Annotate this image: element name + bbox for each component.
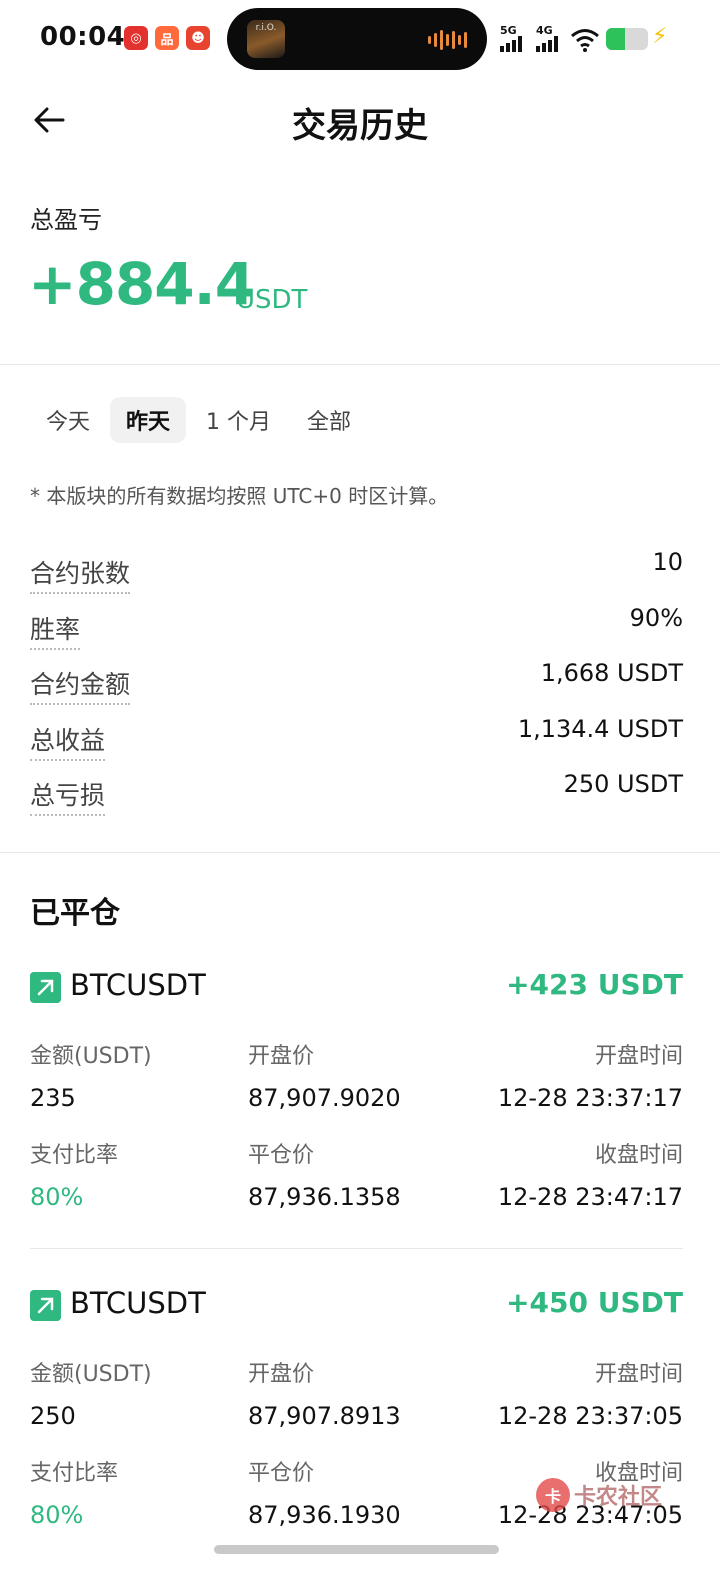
netease-music-icon: ◎ [124, 26, 148, 50]
page-title: 交易历史 [292, 106, 428, 146]
watermark-logo-icon: 卡 [536, 1478, 570, 1512]
home-indicator[interactable] [214, 1545, 499, 1554]
profit-arrow-icon [30, 1290, 61, 1321]
amount-label: 金额(USDT) [30, 1044, 152, 1069]
nav-header: 交易历史 [0, 80, 720, 160]
stat-row: 总亏损 250 USDT [30, 770, 683, 826]
close-price-label: 平仓价 [248, 1143, 315, 1168]
open-price-cell: 开盘价 87,907.9020 [248, 1038, 401, 1112]
open-time-value: 12-28 23:37:17 [497, 1084, 683, 1112]
position-header: BTCUSDT +450 USDT [30, 1286, 683, 1336]
battery-level [606, 28, 625, 50]
payout-label: 支付比率 [30, 1143, 119, 1168]
open-price-label: 开盘价 [248, 1362, 315, 1387]
signal-5g-icon [500, 36, 522, 52]
close-price-cell: 平仓价 87,936.1930 [248, 1455, 401, 1529]
open-price-value: 87,907.9020 [248, 1084, 401, 1112]
period-tabs: 今天 昨天 1 个月 全部 [30, 397, 367, 443]
tab-all[interactable]: 全部 [291, 397, 367, 443]
stats-list: 合约张数 10 胜率 90% 合约金额 1,668 USDT 总收益 1,134… [30, 548, 683, 826]
payout-value: 80% [30, 1501, 84, 1529]
tab-yesterday[interactable]: 昨天 [110, 397, 187, 443]
open-time-value: 12-28 23:37:05 [497, 1402, 683, 1430]
position-symbol: BTCUSDT [70, 968, 206, 1002]
open-time-label: 开盘时间 [594, 1044, 683, 1069]
timezone-note: * 本版块的所有数据均按照 UTC+0 时区计算。 [30, 484, 449, 508]
charging-icon: ⚡ [652, 24, 668, 49]
stat-value-total-profit: 1,134.4 USDT [517, 714, 683, 743]
watermark-text: 卡农社区 [574, 1485, 663, 1510]
stat-value-win-rate: 90% [629, 603, 683, 632]
wifi-icon [571, 29, 599, 52]
open-price-label: 开盘价 [248, 1044, 315, 1069]
close-price-value: 87,936.1930 [248, 1501, 401, 1529]
amount-cell: 金额(USDT) 250 [30, 1356, 152, 1430]
mascot-app-icon: ☻ [186, 26, 210, 50]
stat-row: 合约金额 1,668 USDT [30, 659, 683, 715]
stat-value-total-loss: 250 USDT [563, 770, 683, 798]
dynamic-island[interactable]: r.i.O. [227, 8, 487, 70]
close-time-label: 收盘时间 [594, 1143, 683, 1168]
battery-icon [606, 28, 648, 50]
close-price-label: 平仓价 [248, 1461, 315, 1486]
total-pnl-value: +884.4 [28, 250, 255, 318]
payout-cell: 支付比率 80% [30, 1455, 118, 1529]
status-time: 00:04 [40, 22, 126, 52]
position-card[interactable]: BTCUSDT +423 USDT 金额(USDT) 235 开盘价 87,90… [30, 968, 683, 1211]
close-price-value: 87,936.1358 [248, 1183, 401, 1211]
close-price-cell: 平仓价 87,936.1358 [248, 1137, 401, 1211]
open-time-cell: 开盘时间 12-28 23:37:17 [498, 1038, 683, 1112]
stat-label-total-profit[interactable]: 总收益 [30, 721, 106, 761]
payout-label: 支付比率 [30, 1461, 119, 1486]
stat-label-win-rate[interactable]: 胜率 [30, 610, 81, 650]
amount-value: 235 [30, 1084, 76, 1112]
profit-arrow-icon [30, 972, 61, 1003]
stat-label-contracts[interactable]: 合约张数 [30, 554, 131, 594]
status-bar: 00:04 ◎ 品 ☻ r.i.O. 5G 4G ⚡ [0, 0, 720, 80]
stat-row: 总收益 1,134.4 USDT [30, 715, 683, 771]
tab-one-month[interactable]: 1 个月 [190, 397, 287, 443]
section-divider [0, 852, 720, 853]
total-pnl-unit: USDT [236, 285, 308, 315]
position-pnl: +450 USDT [506, 1286, 683, 1319]
position-pnl: +423 USDT [506, 968, 683, 1001]
payout-value: 80% [30, 1183, 84, 1211]
payout-cell: 支付比率 80% [30, 1137, 118, 1211]
close-time-value: 12-28 23:47:17 [497, 1183, 683, 1211]
position-header: BTCUSDT +423 USDT [30, 968, 683, 1018]
watermark: 卡 卡农社区 [536, 1478, 662, 1512]
open-price-cell: 开盘价 87,907.8913 [248, 1356, 401, 1430]
app-grid-icon: 品 [155, 26, 179, 50]
now-playing-artwork: r.i.O. [247, 20, 285, 58]
stat-value-contract-amount: 1,668 USDT [540, 659, 683, 687]
open-time-cell: 开盘时间 12-28 23:37:05 [498, 1356, 683, 1430]
stat-label-contract-amount[interactable]: 合约金额 [30, 665, 131, 705]
position-symbol: BTCUSDT [70, 1286, 206, 1320]
total-pnl-label: 总盈亏 [30, 206, 102, 234]
close-time-cell: 收盘时间 12-28 23:47:17 [498, 1137, 683, 1211]
signal-4g-icon [536, 36, 558, 52]
amount-cell: 金额(USDT) 235 [30, 1038, 152, 1112]
open-time-label: 开盘时间 [594, 1362, 683, 1387]
stat-row: 合约张数 10 [30, 548, 683, 604]
amount-label: 金额(USDT) [30, 1362, 152, 1387]
tab-today[interactable]: 今天 [30, 397, 106, 443]
card-divider [30, 1248, 683, 1249]
open-price-value: 87,907.8913 [248, 1402, 401, 1430]
amount-value: 250 [30, 1402, 76, 1430]
closed-positions-title: 已平仓 [30, 896, 120, 931]
audio-wave-icon [428, 30, 467, 50]
stat-row: 胜率 90% [30, 604, 683, 660]
stat-label-total-loss[interactable]: 总亏损 [30, 776, 106, 816]
position-card[interactable]: BTCUSDT +450 USDT 金额(USDT) 250 开盘价 87,90… [30, 1286, 683, 1529]
section-divider [0, 364, 720, 365]
stat-value-contracts: 10 [652, 548, 683, 576]
